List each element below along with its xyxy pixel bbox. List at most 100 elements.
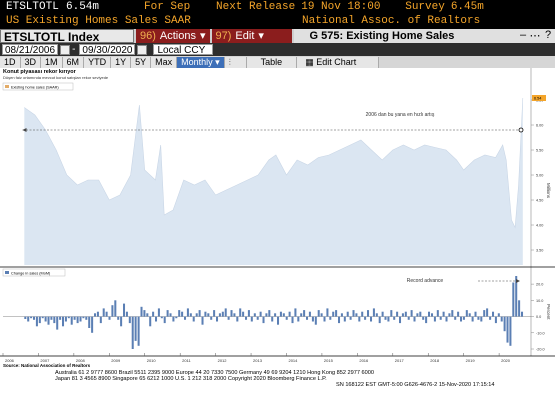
- range-ytd[interactable]: YTD: [84, 56, 112, 68]
- help-icon[interactable]: ?: [541, 29, 555, 43]
- sales-area: [24, 98, 523, 265]
- change-bar: [413, 316, 416, 322]
- frequency-label: Monthly: [181, 56, 213, 67]
- calendar-icon[interactable]: [137, 44, 148, 55]
- change-bar: [233, 313, 236, 317]
- actions-menu[interactable]: 96) Actions ▾: [136, 29, 210, 43]
- change-bar: [108, 316, 111, 320]
- change-bar: [114, 300, 117, 317]
- change-bar: [166, 310, 169, 317]
- change-bar: [111, 305, 114, 317]
- change-bar: [282, 313, 285, 317]
- change-bar: [207, 313, 210, 317]
- chevron-down-icon: ▾: [199, 30, 206, 42]
- change-bar: [96, 311, 99, 317]
- range-1m[interactable]: 1M: [41, 56, 63, 68]
- change-bar: [390, 310, 393, 317]
- x-tick-label: 2015: [324, 358, 334, 363]
- range-5y[interactable]: 5Y: [131, 56, 152, 68]
- change-bar: [247, 310, 250, 317]
- change-bar: [38, 316, 41, 324]
- change-bar: [329, 316, 332, 320]
- lower-y-label: Percent: [546, 304, 551, 320]
- change-bar: [364, 316, 367, 320]
- change-bar: [221, 311, 224, 317]
- change-bar: [140, 306, 143, 317]
- change-bar: [76, 316, 79, 324]
- change-bar: [157, 308, 160, 317]
- date-separator: -: [72, 44, 76, 55]
- chart-subtitle: Düşen faiz ortamında mevcut konut satışl…: [3, 75, 109, 80]
- range-1y[interactable]: 1Y: [111, 56, 132, 68]
- change-bar: [468, 313, 471, 317]
- minimize-icon[interactable]: –: [517, 29, 529, 43]
- upper-y-label: Millions: [546, 183, 551, 199]
- change-bar: [242, 311, 245, 317]
- change-bar: [160, 316, 163, 319]
- lower-legend-swatch: [5, 271, 9, 274]
- change-bar: [361, 311, 364, 317]
- calendar-icon[interactable]: [60, 44, 71, 55]
- change-bar: [56, 316, 59, 330]
- range-3d[interactable]: 3D: [20, 56, 42, 68]
- range-max[interactable]: Max: [151, 56, 178, 68]
- lower-y-tick-label: 0.0: [536, 315, 541, 319]
- next-release-value: 19 Nov 18:00: [301, 1, 381, 13]
- change-bar: [67, 316, 70, 319]
- end-date-input[interactable]: 09/30/2020: [79, 44, 136, 56]
- change-bar: [340, 313, 343, 317]
- change-bar: [332, 311, 335, 317]
- change-bar: [521, 311, 524, 317]
- change-bar: [224, 308, 227, 317]
- change-bar: [303, 310, 306, 317]
- change-bar: [30, 316, 33, 319]
- change-bar: [422, 316, 425, 320]
- start-date-input[interactable]: 08/21/2006: [2, 44, 59, 56]
- change-bar: [381, 311, 384, 317]
- change-bar: [401, 313, 404, 317]
- table-button[interactable]: Table: [246, 56, 298, 68]
- more-icon[interactable]: ⋯: [529, 29, 541, 43]
- change-bar: [497, 313, 500, 317]
- lower-legend-label: Change in sales (MoM): [11, 272, 51, 276]
- change-bar: [471, 316, 474, 322]
- change-bar: [518, 300, 521, 317]
- frequency-select[interactable]: Monthly ▾: [177, 56, 225, 68]
- chart-type-icon[interactable]: ⫶: [224, 56, 247, 68]
- index-field[interactable]: ETSLTOTL Index: [0, 29, 134, 44]
- edit-chart-button[interactable]: ▦ Edit Chart: [297, 56, 380, 68]
- change-bar: [308, 311, 311, 317]
- change-bar: [489, 316, 492, 320]
- currency-select[interactable]: Local CCY: [153, 44, 214, 56]
- change-bar: [465, 310, 468, 317]
- upper-y-tick-label: 3.50: [536, 249, 543, 253]
- lower-y-tick-label: 20.0: [536, 283, 543, 287]
- change-bar: [393, 316, 396, 320]
- change-bar: [210, 316, 213, 320]
- change-bar: [370, 316, 373, 322]
- period-label: For Sep: [144, 1, 191, 13]
- edit-menu[interactable]: 97) Edit ▾: [211, 29, 292, 43]
- footer-line-3: SN 168122 EST GMT-5:00 G626-4676-2 15-No…: [336, 382, 495, 388]
- range-6m[interactable]: 6M: [62, 56, 85, 68]
- change-bar: [486, 308, 489, 317]
- x-tick-label: 2018: [430, 358, 440, 363]
- change-bar: [512, 282, 515, 317]
- range-1d[interactable]: 1D: [0, 56, 21, 68]
- change-bar: [35, 316, 38, 327]
- change-bar: [439, 316, 442, 320]
- chart-svg: 3.504.004.505.005.506.006.506.54 20.010.…: [0, 68, 555, 388]
- change-bar: [346, 311, 349, 317]
- change-bar: [352, 310, 355, 317]
- change-bar: [195, 313, 198, 317]
- upper-y-tick-label: 5.00: [536, 174, 543, 178]
- series-source: National Assoc. of Realtors: [302, 15, 481, 27]
- lower-panel: 20.0 10.0 0.0 -10.0 -20.0: [0, 266, 555, 352]
- record-arrowhead: [516, 279, 520, 283]
- change-bar: [428, 311, 431, 317]
- change-bar: [169, 313, 172, 317]
- change-bar: [131, 316, 134, 349]
- change-bar: [445, 316, 448, 322]
- change-bar: [256, 316, 259, 320]
- change-bar: [338, 316, 341, 324]
